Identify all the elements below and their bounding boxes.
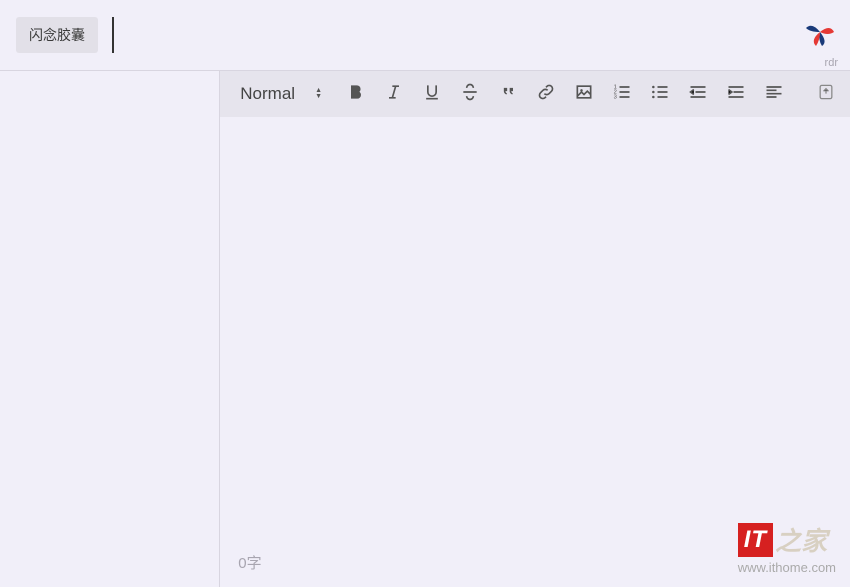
editor-toolbar: Normal ▲▼ — [220, 71, 850, 117]
quote-icon — [498, 82, 518, 107]
format-label: Normal — [240, 84, 295, 104]
link-icon — [536, 82, 556, 107]
image-button[interactable] — [572, 82, 596, 106]
align-left-icon — [764, 82, 784, 107]
align-button[interactable] — [762, 82, 786, 106]
word-count: 0字 — [238, 552, 261, 573]
watermark-brand-box: IT — [738, 523, 773, 557]
image-icon — [574, 82, 594, 107]
watermark-logo: IT 之家 — [738, 521, 836, 558]
export-button[interactable] — [814, 82, 838, 106]
indent-icon — [726, 82, 746, 107]
strikethrough-button[interactable] — [458, 82, 482, 106]
outdent-icon — [688, 82, 708, 107]
capsule-button[interactable]: 闪念胶囊 — [16, 17, 98, 53]
app-logo-area: rdr — [802, 14, 838, 69]
editor-content[interactable]: 0字 — [220, 117, 850, 587]
select-arrows-icon: ▲▼ — [315, 88, 322, 100]
sidebar — [0, 71, 220, 587]
watermark: IT 之家 www.ithome.com — [738, 521, 836, 575]
bold-button[interactable] — [344, 82, 368, 106]
export-icon — [816, 82, 836, 107]
underline-button[interactable] — [420, 82, 444, 106]
format-select[interactable]: Normal ▲▼ — [232, 84, 330, 104]
watermark-url: www.ithome.com — [738, 560, 836, 575]
italic-icon — [384, 82, 404, 107]
ordered-list-icon: 123 — [612, 82, 632, 107]
outdent-button[interactable] — [686, 82, 710, 106]
italic-button[interactable] — [382, 82, 406, 106]
strikethrough-icon — [460, 82, 480, 107]
blockquote-button[interactable] — [496, 82, 520, 106]
header: 闪念胶囊 rdr — [0, 0, 850, 71]
watermark-brand-suffix: 之家 — [775, 521, 827, 558]
indent-button[interactable] — [724, 82, 748, 106]
ordered-list-button[interactable]: 123 — [610, 82, 634, 106]
main-area: Normal ▲▼ — [0, 71, 850, 587]
pinwheel-logo-icon — [802, 14, 838, 50]
underline-icon — [422, 82, 442, 107]
title-input[interactable] — [112, 17, 512, 53]
editor-area: Normal ▲▼ — [220, 71, 850, 587]
username-label: rdr — [802, 57, 838, 69]
bullet-list-button[interactable] — [648, 82, 672, 106]
link-button[interactable] — [534, 82, 558, 106]
svg-text:3: 3 — [614, 94, 617, 100]
bullet-list-icon — [650, 82, 670, 107]
bold-icon — [346, 82, 366, 107]
